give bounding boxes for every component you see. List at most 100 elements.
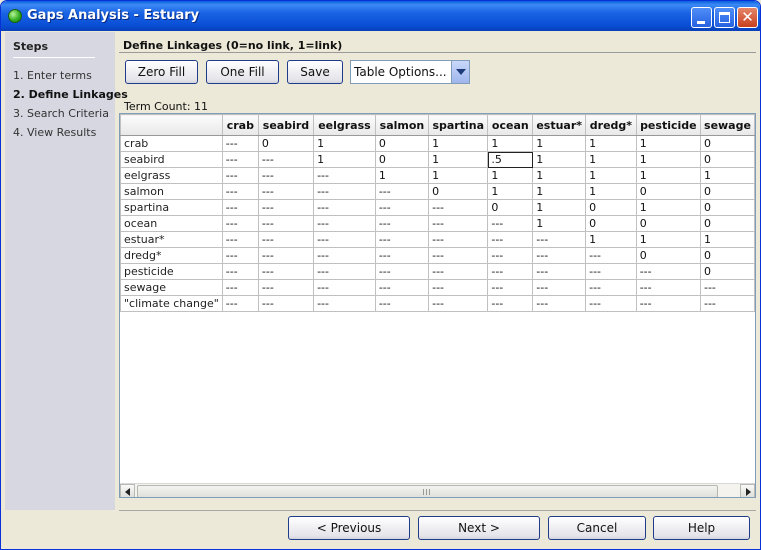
- table-cell[interactable]: ---: [428, 199, 489, 216]
- column-header[interactable]: ocean: [487, 114, 534, 136]
- one-fill-button[interactable]: One Fill: [206, 60, 279, 84]
- table-cell[interactable]: ---: [487, 215, 534, 232]
- column-header[interactable]: dredg*: [585, 114, 637, 136]
- table-cell[interactable]: 1: [487, 135, 534, 152]
- table-cell[interactable]: 0: [699, 183, 755, 200]
- column-header[interactable]: [120, 114, 223, 136]
- table-cell[interactable]: ---: [532, 231, 587, 248]
- table-cell[interactable]: 0: [585, 215, 637, 232]
- table-cell[interactable]: 1: [699, 231, 755, 248]
- row-header[interactable]: spartina: [120, 199, 223, 216]
- table-cell[interactable]: ---: [257, 247, 315, 264]
- table-cell[interactable]: 0: [699, 215, 755, 232]
- table-cell[interactable]: 1: [699, 167, 755, 184]
- next-button[interactable]: Next >: [418, 516, 540, 540]
- previous-button[interactable]: < Previous: [288, 516, 410, 540]
- table-cell[interactable]: 1: [428, 135, 489, 152]
- table-cell[interactable]: ---: [428, 263, 489, 280]
- column-header[interactable]: crab: [221, 114, 259, 136]
- table-cell[interactable]: ---: [532, 279, 587, 296]
- table-cell[interactable]: 1: [428, 167, 489, 184]
- table-cell[interactable]: ---: [487, 231, 534, 248]
- table-cell[interactable]: ---: [585, 295, 637, 312]
- table-cell[interactable]: 1: [487, 167, 534, 184]
- minimize-button[interactable]: [691, 7, 712, 28]
- column-header[interactable]: pesticide: [635, 114, 701, 136]
- table-cell[interactable]: 0: [487, 199, 534, 216]
- table-cell[interactable]: 1: [532, 151, 587, 168]
- table-cell[interactable]: ---: [487, 295, 534, 312]
- table-cell[interactable]: 1: [532, 183, 587, 200]
- table-cell[interactable]: ---: [257, 263, 315, 280]
- scroll-thumb[interactable]: [137, 485, 718, 497]
- scroll-left-button[interactable]: [120, 484, 135, 497]
- table-cell[interactable]: 0: [585, 199, 637, 216]
- table-cell[interactable]: ---: [257, 231, 315, 248]
- table-cell[interactable]: ---: [635, 263, 701, 280]
- row-header[interactable]: estuar*: [120, 231, 223, 248]
- title-bar[interactable]: Gaps Analysis - Estuary ✕: [1, 1, 760, 31]
- table-cell[interactable]: 0: [635, 215, 701, 232]
- table-cell[interactable]: 0: [635, 183, 701, 200]
- table-cell[interactable]: 1: [585, 135, 637, 152]
- table-cell[interactable]: ---: [428, 279, 489, 296]
- table-cell[interactable]: ---: [313, 183, 376, 200]
- column-header[interactable]: estuar*: [532, 114, 587, 136]
- table-cell[interactable]: ---: [221, 247, 259, 264]
- table-cell[interactable]: ---: [257, 167, 315, 184]
- column-header[interactable]: salmon: [374, 114, 430, 136]
- table-cell[interactable]: ---: [221, 135, 259, 152]
- table-cell[interactable]: 1: [532, 199, 587, 216]
- table-cell[interactable]: ---: [313, 231, 376, 248]
- table-cell[interactable]: 1: [313, 135, 376, 152]
- table-cell[interactable]: 0: [699, 247, 755, 264]
- table-cell[interactable]: ---: [635, 279, 701, 296]
- table-cell[interactable]: ---: [313, 247, 376, 264]
- table-cell[interactable]: 0: [699, 199, 755, 216]
- table-cell[interactable]: 1: [532, 167, 587, 184]
- table-cell[interactable]: ---: [221, 183, 259, 200]
- table-cell[interactable]: ---: [374, 263, 430, 280]
- table-cell[interactable]: ---: [221, 231, 259, 248]
- table-cell[interactable]: 0: [699, 151, 755, 168]
- table-cell[interactable]: 0: [428, 183, 489, 200]
- table-cell[interactable]: ---: [257, 151, 315, 168]
- table-cell[interactable]: ---: [585, 279, 637, 296]
- table-cell[interactable]: ---: [374, 199, 430, 216]
- table-cell[interactable]: 1: [635, 231, 701, 248]
- table-cell[interactable]: 0: [374, 151, 430, 168]
- table-cell[interactable]: ---: [313, 295, 376, 312]
- table-cell[interactable]: 1: [585, 151, 637, 168]
- help-button[interactable]: Help: [653, 516, 750, 540]
- table-cell[interactable]: 1: [635, 167, 701, 184]
- table-cell[interactable]: ---: [221, 167, 259, 184]
- zero-fill-button[interactable]: Zero Fill: [125, 60, 198, 84]
- table-cell[interactable]: ---: [313, 199, 376, 216]
- column-header[interactable]: seabird: [257, 114, 315, 136]
- table-cell[interactable]: 0: [635, 247, 701, 264]
- table-cell[interactable]: 0: [257, 135, 315, 152]
- table-cell[interactable]: ---: [487, 279, 534, 296]
- row-header[interactable]: crab: [120, 135, 223, 152]
- table-cell[interactable]: ---: [699, 295, 755, 312]
- row-header[interactable]: eelgrass: [120, 167, 223, 184]
- table-cell[interactable]: ---: [257, 215, 315, 232]
- table-cell[interactable]: 1: [487, 183, 534, 200]
- table-cell[interactable]: ---: [585, 263, 637, 280]
- table-cell[interactable]: ---: [221, 199, 259, 216]
- table-cell[interactable]: ---: [532, 263, 587, 280]
- table-cell[interactable]: ---: [428, 215, 489, 232]
- table-cell[interactable]: ---: [428, 247, 489, 264]
- table-cell[interactable]: 1: [635, 199, 701, 216]
- table-cell[interactable]: 1: [585, 167, 637, 184]
- table-cell[interactable]: 1: [374, 167, 430, 184]
- maximize-button[interactable]: [714, 7, 735, 28]
- column-header[interactable]: spartina: [428, 114, 489, 136]
- row-header[interactable]: pesticide: [120, 263, 223, 280]
- table-cell[interactable]: 0: [699, 135, 755, 152]
- table-cell[interactable]: ---: [487, 247, 534, 264]
- save-button[interactable]: Save: [287, 60, 343, 84]
- table-cell[interactable]: 1: [635, 151, 701, 168]
- row-header[interactable]: "climate change": [120, 295, 223, 312]
- close-button[interactable]: ✕: [737, 7, 758, 28]
